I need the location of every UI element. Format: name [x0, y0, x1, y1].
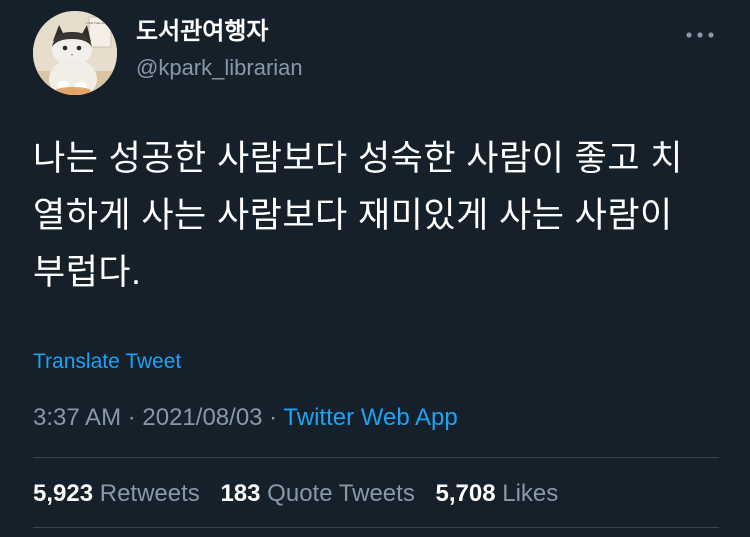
tweet-text: 나는 성공한 사람보다 성숙한 사람이 좋고 치 열하게 사는 사람보다 재미있… [33, 139, 683, 292]
likes-label: Likes [502, 480, 559, 507]
divider [33, 457, 719, 458]
likes-count: 5,708 [435, 480, 496, 507]
more-options-button[interactable] [680, 22, 720, 48]
avatar[interactable]: LIKE THE LIBRARY [33, 11, 117, 95]
tweet-time[interactable]: 3:37 AM [33, 404, 121, 431]
retweets-label: Retweets [99, 480, 200, 507]
retweets-count: 5,923 [33, 480, 94, 507]
meta-separator: · [121, 404, 143, 431]
retweets-stat[interactable]: 5,923 Retweets [33, 478, 200, 510]
user-handle[interactable]: @kpark_librarian [136, 54, 303, 82]
tweet-date[interactable]: 2021/08/03 [142, 404, 262, 431]
more-horizontal-icon [686, 32, 714, 38]
cat-avatar-image: LIKE THE LIBRARY [33, 11, 117, 95]
tweet-meta: 3:37 AM · 2021/08/03 · Twitter Web App [33, 402, 458, 434]
likes-stat[interactable]: 5,708 Likes [436, 478, 559, 510]
quote-tweets-stat[interactable]: 183 Quote Tweets [220, 478, 414, 510]
quote-tweets-count: 183 [220, 480, 261, 507]
tweet-source-link[interactable]: Twitter Web App [283, 404, 457, 431]
avatar-book-text: LIKE THE LIBRARY [87, 21, 114, 25]
display-name[interactable]: 도서관여행자 [136, 17, 268, 47]
divider [33, 527, 719, 528]
quote-tweets-label: Quote Tweets [267, 480, 415, 507]
engagement-stats: 5,923 Retweets 183 Quote Tweets 5,708 Li… [33, 478, 572, 510]
meta-separator: · [262, 404, 284, 431]
translate-tweet-link[interactable]: Translate Tweet [33, 349, 181, 375]
